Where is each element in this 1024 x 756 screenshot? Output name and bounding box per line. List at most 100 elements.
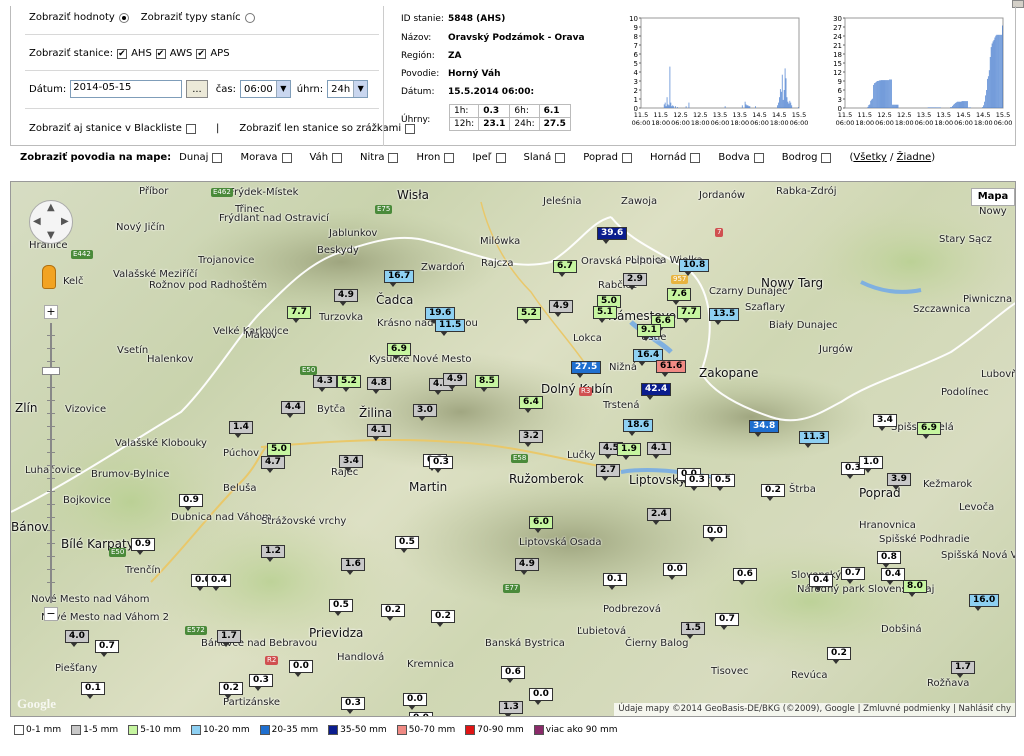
station-marker[interactable]: 0.5	[711, 474, 735, 491]
station-marker[interactable]: 3.9	[887, 473, 911, 490]
aps-checkbox[interactable]	[196, 48, 207, 59]
basin-checkbox[interactable]	[555, 152, 566, 163]
station-marker[interactable]: 3.2	[519, 430, 543, 447]
station-marker[interactable]: 0.2	[381, 604, 405, 621]
station-marker[interactable]: 0.2	[827, 647, 851, 664]
station-marker[interactable]: 0.0	[529, 688, 553, 705]
station-marker[interactable]: 4.8	[367, 377, 391, 394]
basin-checkbox[interactable]	[753, 152, 764, 163]
station-marker[interactable]: 0.3	[249, 674, 273, 691]
station-marker[interactable]: 11.3	[799, 431, 830, 448]
station-marker[interactable]: 4.0	[65, 630, 89, 647]
station-marker[interactable]: 5.1	[593, 306, 617, 323]
station-marker[interactable]: 39.6	[597, 227, 628, 244]
pan-control[interactable]: ▲ ◀ ▶ ▼	[29, 200, 73, 244]
station-marker[interactable]: 42.4	[641, 383, 672, 400]
station-marker[interactable]: 0.7	[715, 613, 739, 630]
station-marker[interactable]: 0.0	[409, 712, 433, 716]
station-marker[interactable]: 6.7	[553, 260, 577, 277]
basin-item[interactable]: Bodrog	[782, 152, 832, 163]
aws-checkbox[interactable]	[155, 48, 166, 59]
station-marker[interactable]: 16.0	[969, 594, 1000, 611]
basin-checkbox[interactable]	[495, 152, 506, 163]
station-marker[interactable]: 0.5	[395, 536, 419, 553]
station-marker[interactable]: 6.0	[529, 516, 553, 533]
station-marker[interactable]: 18.6	[623, 419, 654, 436]
station-marker[interactable]: 4.9	[549, 300, 573, 317]
station-marker[interactable]: 4.1	[647, 442, 671, 459]
map-type-button[interactable]: Mapa	[971, 188, 1015, 206]
basin-item[interactable]: Slaná	[524, 152, 566, 163]
station-marker[interactable]: 2.4	[647, 508, 671, 525]
station-marker[interactable]: 0.5	[329, 599, 353, 616]
zoom-control[interactable]: + −	[42, 305, 60, 625]
station-marker[interactable]: 8.0	[903, 580, 927, 597]
zoom-track[interactable]	[50, 323, 52, 603]
station-marker[interactable]: 0.4	[207, 574, 231, 591]
terms-link[interactable]: Zmluvné podmienky	[863, 704, 950, 714]
station-marker[interactable]: 0.7	[841, 567, 865, 584]
station-marker[interactable]: 4.9	[515, 558, 539, 575]
station-marker[interactable]: 2.9	[623, 273, 647, 290]
station-marker[interactable]: 1.7	[217, 630, 241, 647]
station-marker[interactable]: 5.0	[267, 443, 291, 460]
basin-item[interactable]: Hron	[416, 152, 455, 163]
station-marker[interactable]: 4.4	[281, 401, 305, 418]
basin-item[interactable]: Bodva	[718, 152, 764, 163]
station-marker[interactable]: 5.2	[337, 375, 361, 392]
station-marker[interactable]: 1.2	[261, 545, 285, 562]
station-marker[interactable]: 6.9	[387, 343, 411, 360]
basin-checkbox[interactable]	[821, 152, 832, 163]
station-marker[interactable]: 13.5	[709, 308, 740, 325]
pan-right-icon[interactable]: ▶	[61, 216, 69, 227]
station-marker[interactable]: 0.2	[431, 610, 455, 627]
basin-item[interactable]: Dunaj	[179, 152, 223, 163]
station-marker[interactable]: 9.1	[637, 324, 661, 341]
station-marker[interactable]: 11.5	[435, 319, 466, 336]
basin-item[interactable]: Váh	[310, 152, 343, 163]
station-marker[interactable]: 34.8	[749, 420, 780, 437]
report-link[interactable]: Nahlásiť chy	[959, 704, 1011, 714]
station-marker[interactable]: 3.4	[873, 414, 897, 431]
basin-item[interactable]: Morava	[240, 152, 292, 163]
station-marker[interactable]: 0.1	[81, 682, 105, 699]
station-marker[interactable]: 7.6	[667, 288, 691, 305]
station-marker[interactable]: 0.3	[685, 474, 709, 491]
station-marker[interactable]: 0.0	[403, 693, 427, 710]
blacklist-checkbox[interactable]	[185, 123, 196, 134]
station-marker[interactable]: 7.7	[677, 306, 701, 323]
station-marker[interactable]: 7.7	[287, 306, 311, 323]
station-marker[interactable]: 2.7	[596, 464, 620, 481]
station-marker[interactable]: 0.3	[429, 456, 453, 473]
station-marker[interactable]: 0.2	[761, 484, 785, 501]
time-select[interactable]: 06:00 ▼	[239, 80, 291, 98]
station-marker[interactable]: 16.7	[384, 270, 415, 287]
basin-item[interactable]: Ipeľ	[472, 152, 506, 163]
zoom-slider-handle[interactable]	[42, 367, 60, 375]
street-view-pegman-icon[interactable]	[42, 265, 56, 289]
station-marker[interactable]: 0.0	[663, 563, 687, 580]
basin-checkbox[interactable]	[281, 152, 292, 163]
station-marker[interactable]: 0.0	[289, 660, 313, 677]
select-none-link[interactable]: Žiadne	[897, 152, 932, 163]
station-marker[interactable]: 61.6	[656, 360, 687, 377]
station-marker[interactable]: 0.2	[219, 682, 243, 699]
station-marker[interactable]: 3.0	[413, 404, 437, 421]
station-marker[interactable]: 0.4	[881, 568, 905, 585]
station-marker[interactable]: 0.6	[733, 568, 757, 585]
map-view[interactable]: Příbor Frýdek-Místek Třinec Wisła Jeleśnia Za…	[10, 181, 1016, 717]
station-marker[interactable]: 0.3	[341, 697, 365, 714]
station-marker[interactable]: 5.2	[517, 307, 541, 324]
station-marker[interactable]: 8.5	[475, 375, 499, 392]
basin-item[interactable]: Hornád	[650, 152, 701, 163]
select-all-link[interactable]: Všetky	[853, 152, 886, 163]
station-marker[interactable]: 6.9	[917, 422, 941, 439]
zoom-out-icon[interactable]: −	[44, 607, 58, 621]
station-marker[interactable]: 3.4	[339, 455, 363, 472]
station-marker[interactable]: 4.7	[261, 456, 285, 473]
basin-checkbox[interactable]	[690, 152, 701, 163]
station-marker[interactable]: 6.4	[519, 396, 543, 413]
station-marker[interactable]: 1.6	[341, 558, 365, 575]
basin-checkbox[interactable]	[622, 152, 632, 163]
station-marker[interactable]: 0.0	[703, 525, 727, 542]
